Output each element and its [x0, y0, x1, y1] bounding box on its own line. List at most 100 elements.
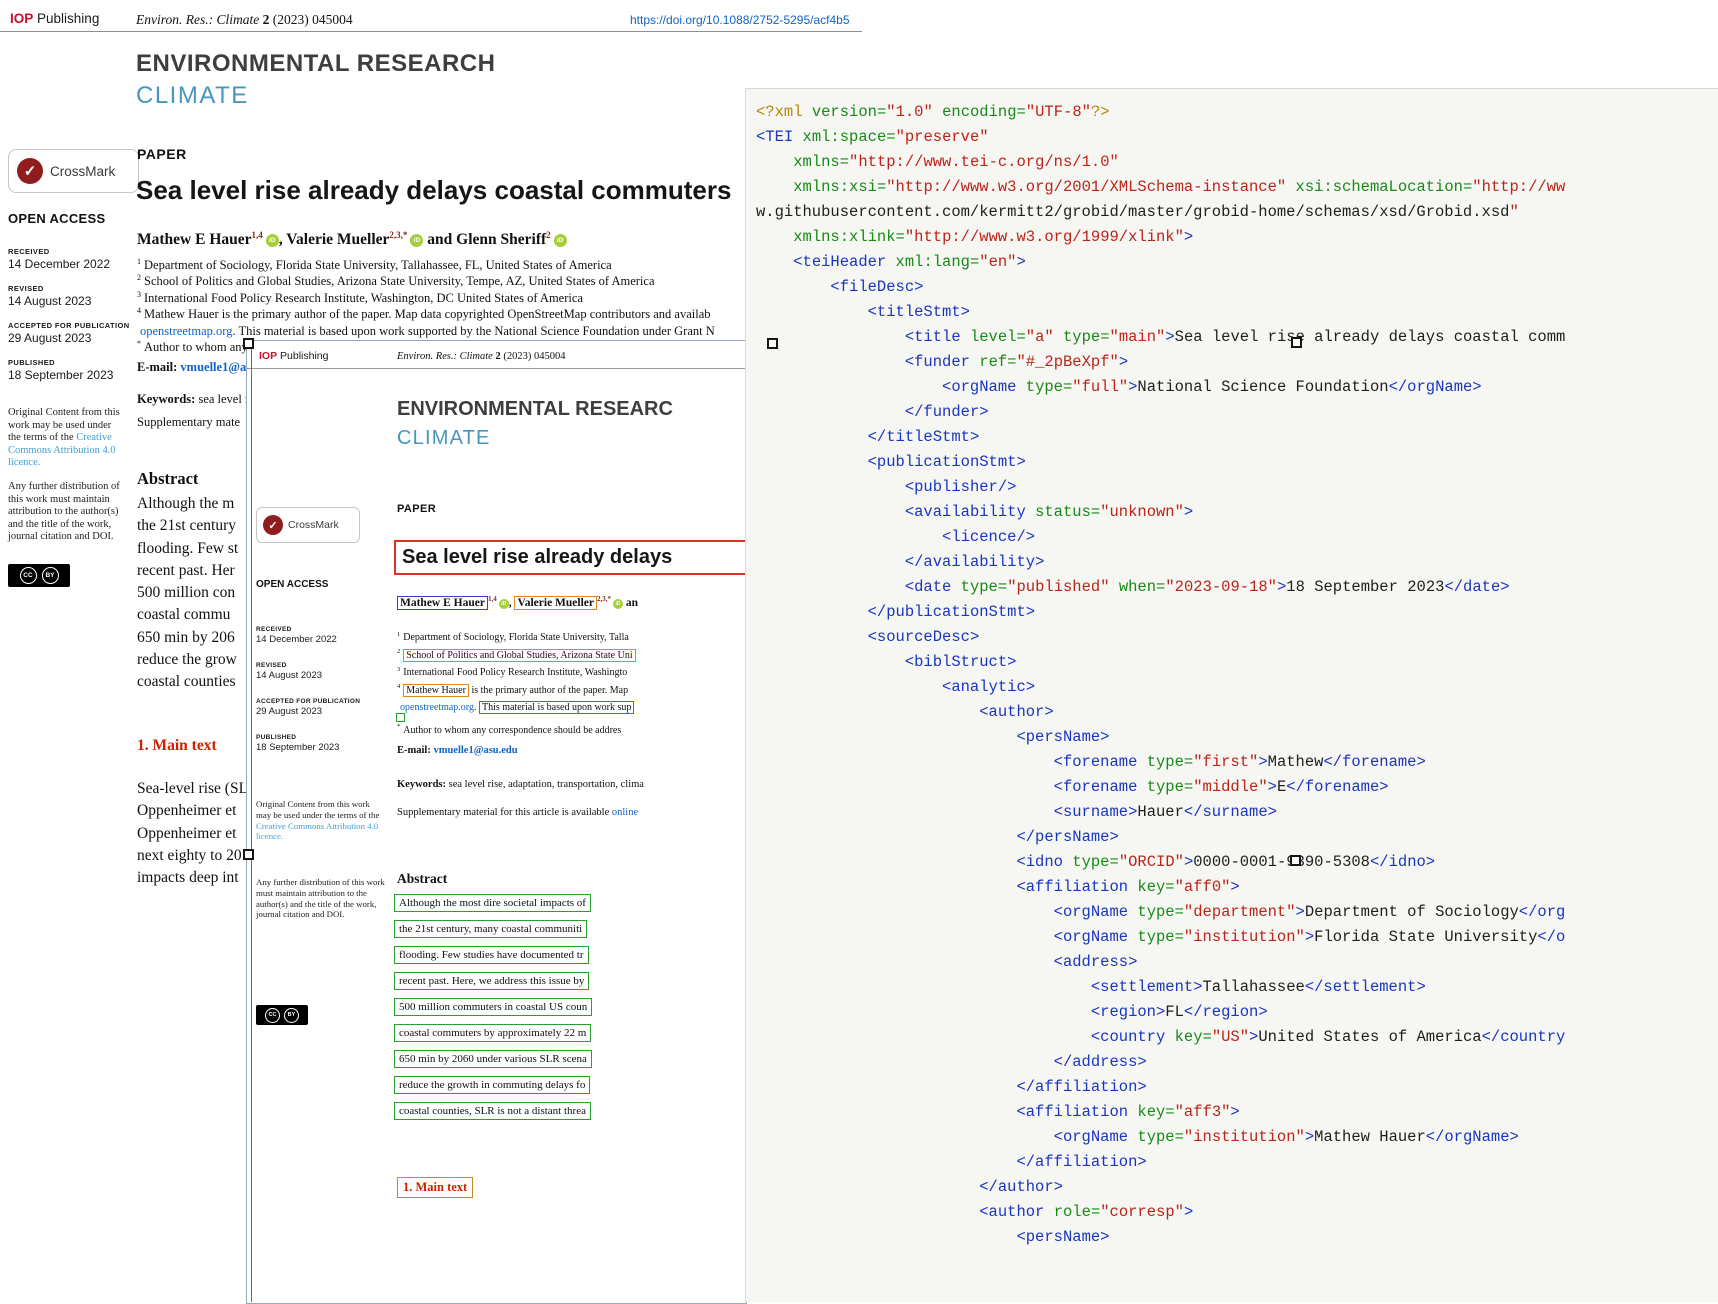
author-separator: an	[623, 597, 638, 609]
date-entry: ACCEPTED FOR PUBLICATION29 August 2023	[256, 698, 372, 717]
keywords-text: sea level rise, adaptation, transportati…	[449, 779, 644, 790]
supplementary-text: Supplementary material for this article …	[397, 807, 609, 818]
popup-abstract-text: Although the most dire societal impacts …	[394, 893, 592, 1127]
author-affiliation-sup: 1,4	[252, 230, 263, 240]
affiliation-sup: 2	[137, 273, 141, 282]
doi-link[interactable]: https://doi.org/10.1088/2752-5295/acf4b5	[630, 13, 850, 27]
openstreetmap-link[interactable]: openstreetmap.org	[400, 702, 474, 713]
citation-volume: 2	[263, 12, 270, 27]
journal-brand-line2: CLIMATE	[136, 82, 249, 110]
orcid-icon: iD	[554, 234, 567, 247]
popup-author-list: Mathew E Hauer1,4iD, Valerie Mueller2,3,…	[397, 597, 638, 609]
date-entry: RECEIVED14 December 2022	[8, 247, 132, 271]
annotation-box: This material is based upon work sup	[479, 701, 634, 714]
author-name: Glenn Sheriff	[456, 231, 546, 248]
selection-handle-top-right[interactable]	[1291, 337, 1302, 348]
annotation-box: Mathew Hauer	[403, 684, 469, 697]
cc-by-badge: CC BY	[8, 564, 70, 587]
abstract-line: recent past. Here, we address this issue…	[394, 971, 592, 997]
abstract-line: the 21st century	[137, 515, 238, 537]
iop-logo-mark: IOP	[10, 11, 33, 26]
section-heading-main-text: 1. Main text	[137, 737, 217, 755]
crossmark-badge[interactable]: ✓ CrossMark	[8, 149, 139, 193]
date-value: 14 December 2022	[256, 634, 372, 645]
date-label: RECEIVED	[256, 626, 372, 633]
extracted-text-box: Although the most dire societal impacts …	[394, 894, 591, 912]
abstract-line: flooding. Few studies have documented tr	[394, 945, 592, 971]
author-name: Mathew E Hauer	[397, 596, 488, 610]
page: { "colors": { "iop-red": "#c8102e", "lin…	[0, 0, 1718, 1302]
email-link[interactable]: vmuelle1@a	[180, 360, 246, 374]
iop-logo-text: Publishing	[280, 350, 328, 362]
selection-handle-top-middle[interactable]	[767, 338, 778, 349]
body-text-line: Oppenheimer et	[137, 800, 248, 822]
pdf-annotation-popup[interactable]: IOP Publishing Environ. Res.: Climate 2 …	[246, 340, 747, 1304]
keywords-text: sea level r	[198, 392, 249, 406]
section-annotation-box[interactable]: 1. Main text	[397, 1177, 473, 1198]
selection-edge-left[interactable]	[251, 344, 252, 1302]
popup-crossmark-badge: ✓ CrossMark	[256, 507, 360, 543]
date-label: ACCEPTED FOR PUBLICATION	[8, 321, 132, 330]
affiliation-sup: 1	[137, 257, 141, 266]
date-label: PUBLISHED	[8, 358, 132, 367]
popup-journal-brand-line1: ENVIRONMENTAL RESEARC	[397, 398, 673, 421]
affiliation-sup: *	[397, 723, 400, 730]
date-entry: REVISED14 August 2023	[256, 662, 372, 681]
license-text: Original Content from this work may be u…	[256, 799, 379, 820]
citation-volume: 2	[495, 351, 500, 362]
abstract-line: the 21st century, many coastal communiti	[394, 919, 592, 945]
popup-keywords-line: Keywords: sea level rise, adaptation, tr…	[397, 779, 644, 790]
popup-publication-dates: RECEIVED14 December 2022 REVISED14 August…	[256, 626, 372, 770]
body-text-line: Sea-level rise (SL	[137, 778, 248, 800]
popup-cc-by-badge: CC BY	[256, 1005, 308, 1025]
publication-dates: RECEIVED14 December 2022REVISED14 August…	[8, 247, 132, 395]
cc-licence-link[interactable]: Creative Commons Attribution 4.0 licence…	[256, 821, 378, 842]
extracted-text-box: flooding. Few studies have documented tr	[394, 946, 589, 964]
affiliation-sup: 1	[397, 631, 400, 638]
abstract-line: coastal commuters by approximately 22 m	[394, 1023, 592, 1049]
affiliation-text: Mathew Hauer is the primary author of th…	[144, 307, 711, 321]
popup-iop-logo: IOP Publishing	[259, 350, 328, 362]
abstract-heading: Abstract	[137, 469, 198, 489]
date-value: 29 August 2023	[8, 331, 132, 345]
date-value: 18 September 2023	[256, 742, 372, 753]
email-link[interactable]: vmuelle1@asu.edu	[433, 745, 517, 756]
affiliation-sup: 3	[137, 290, 141, 299]
author-name: Valerie Mueller	[286, 231, 389, 248]
openstreetmap-link[interactable]: openstreetmap.org	[140, 324, 232, 338]
date-value: 14 August 2023	[256, 670, 372, 681]
extracted-text-box: reduce the growth in commuting delays fo	[394, 1076, 590, 1094]
annotation-marker	[396, 713, 405, 722]
affiliation-line: 1Department of Sociology, Florida State …	[137, 257, 715, 273]
extracted-text-box: coastal commuters by approximately 22 m	[394, 1024, 591, 1042]
affiliation-line: 3International Food Policy Research Inst…	[397, 664, 636, 682]
crossmark-label: CrossMark	[288, 519, 339, 531]
online-link[interactable]: online	[612, 807, 638, 818]
license-text-2: Any further distribution of this work mu…	[8, 481, 122, 544]
date-value: 14 December 2022	[8, 257, 132, 271]
abstract-line: reduce the growth in commuting delays fo	[394, 1075, 592, 1101]
affiliation-line: 3International Food Policy Research Inst…	[137, 290, 715, 306]
license-text-1: Original Content from this work may be u…	[8, 407, 122, 470]
keywords-line: Keywords: sea level r	[137, 392, 249, 407]
extracted-text-box: recent past. Here, we address this issue…	[394, 972, 589, 990]
title-annotation-box[interactable]: Sea level rise already delays	[394, 540, 747, 575]
affiliation-line: openstreetmap.org. This material is base…	[137, 323, 715, 339]
date-entry: PUBLISHED18 September 2023	[256, 734, 372, 753]
abstract-line: reduce the grow	[137, 649, 238, 671]
abstract-line: 500 million con	[137, 582, 238, 604]
date-entry: ACCEPTED FOR PUBLICATION29 August 2023	[8, 321, 132, 345]
body-text: Sea-level rise (SLOppenheimer etOppenhei…	[137, 778, 248, 889]
tei-xml-panel[interactable]: <?xml version="1.0" encoding="UTF-8"?> <…	[745, 88, 1718, 1302]
selection-handle-middle-right[interactable]	[1290, 855, 1301, 866]
affiliation-text: is the primary author of the paper. Map	[469, 685, 628, 696]
affiliation-line: openstreetmap.org. This material is base…	[397, 699, 636, 717]
abstract-line: Although the most dire societal impacts …	[394, 893, 592, 919]
popup-license-text-1: Original Content from this work may be u…	[256, 799, 386, 842]
selection-handle-middle-left[interactable]	[243, 849, 254, 860]
abstract-line: coastal commu	[137, 604, 238, 626]
selection-handle-top-left[interactable]	[243, 338, 254, 349]
paper-type-label: PAPER	[137, 146, 187, 162]
affiliation-sup: 3	[397, 666, 400, 673]
iop-logo-mark: IOP	[259, 350, 277, 362]
